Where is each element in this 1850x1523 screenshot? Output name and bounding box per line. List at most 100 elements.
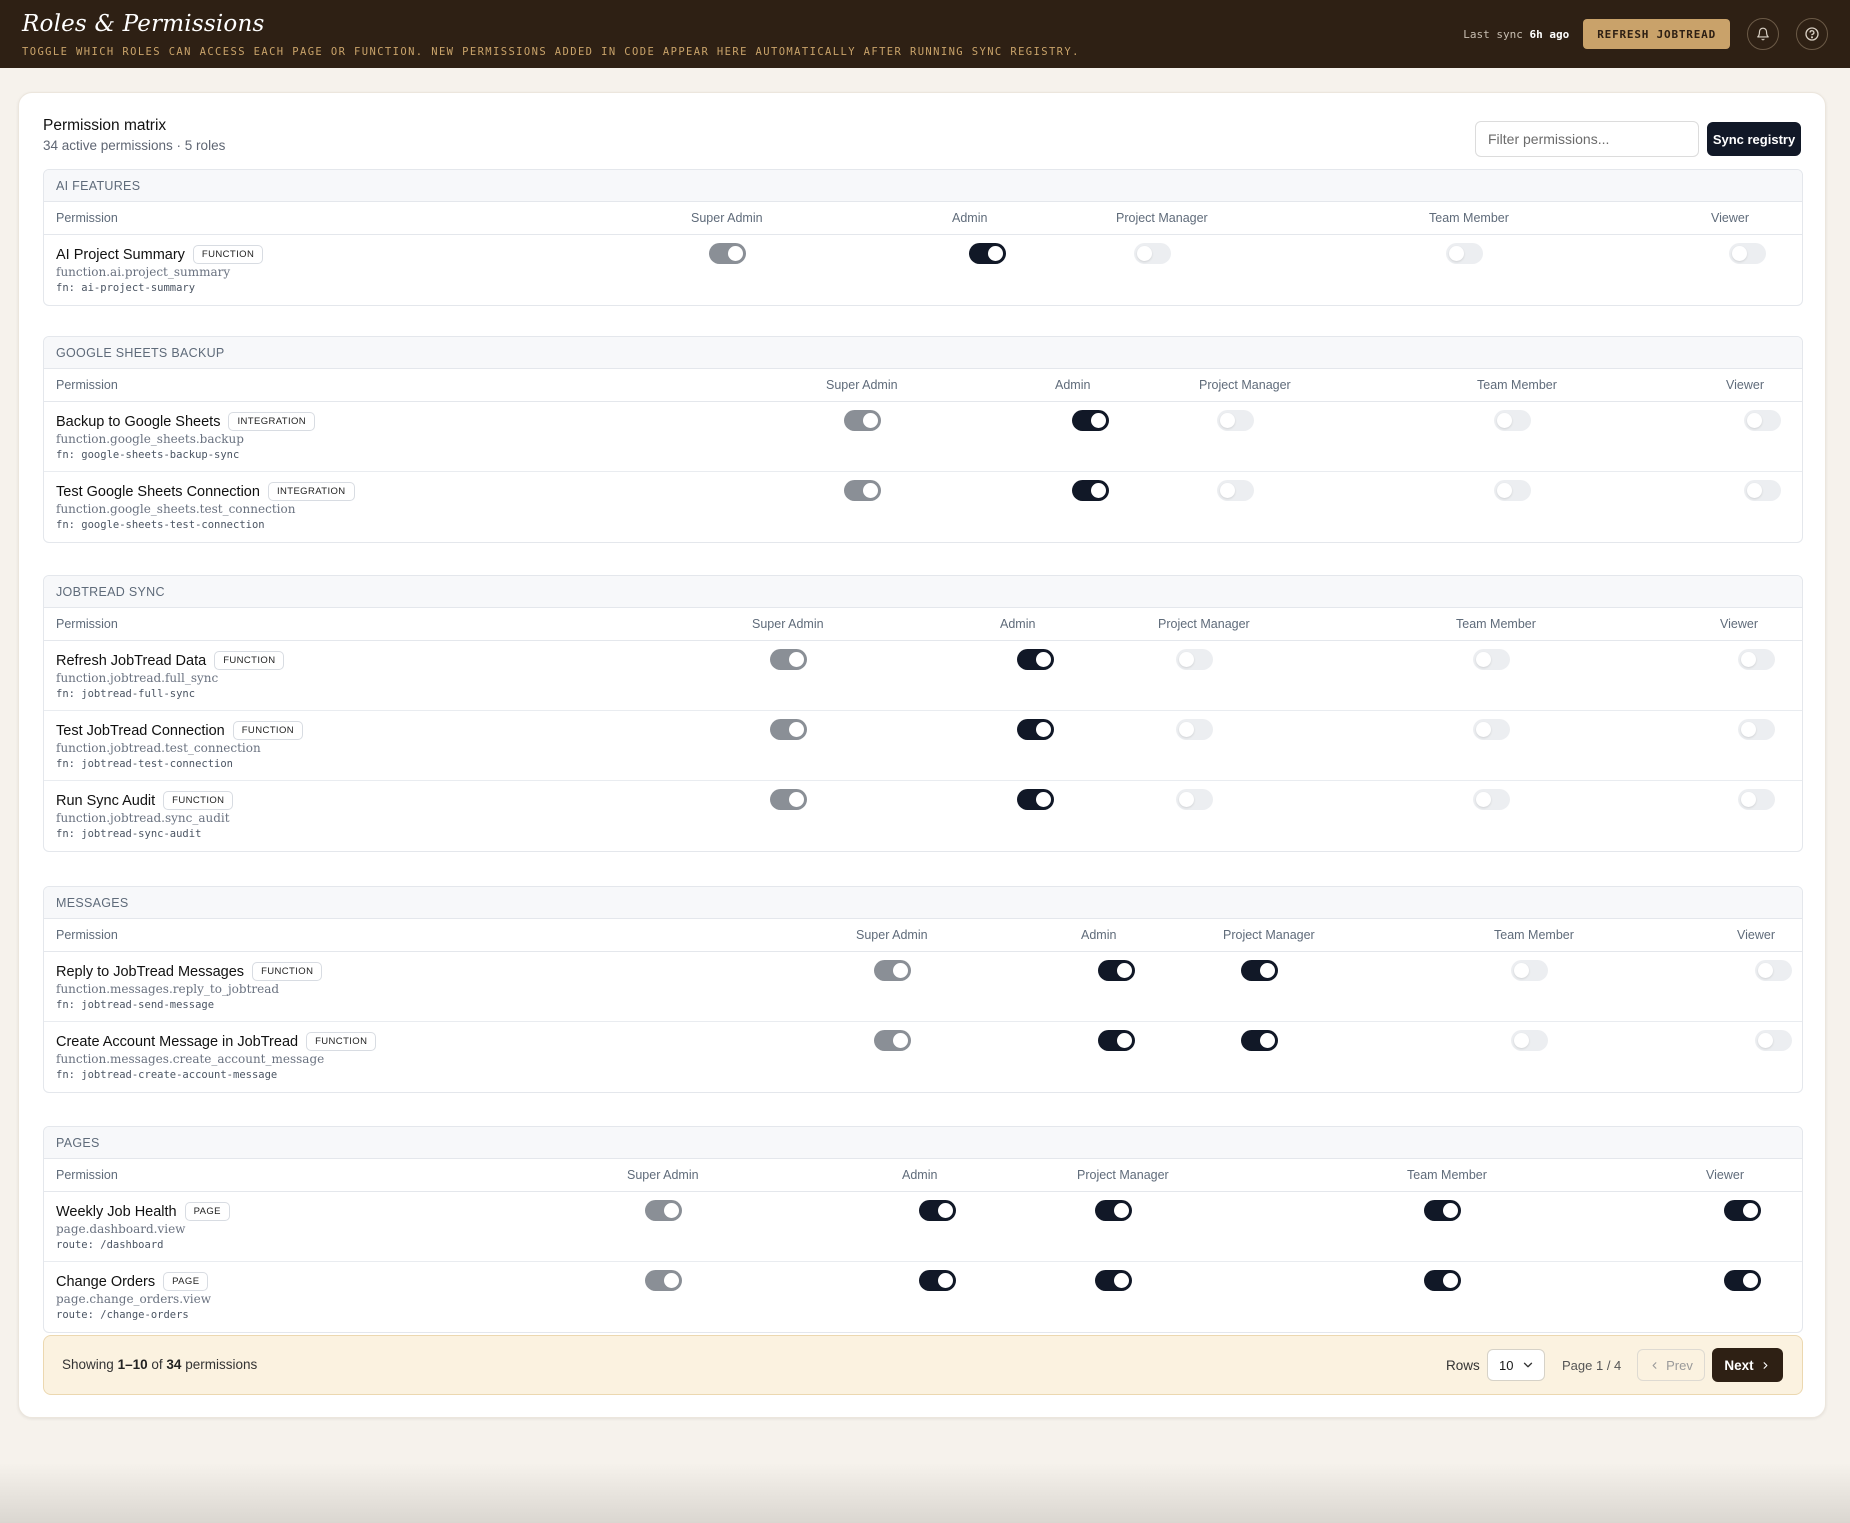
page-title: Roles & Permissions bbox=[22, 10, 265, 37]
role-access-toggle[interactable] bbox=[1424, 1200, 1461, 1221]
brand: Roles & Permissions TOGGLE WHICH ROLES C… bbox=[22, 11, 1080, 58]
prev-page-button[interactable]: Prev bbox=[1637, 1349, 1705, 1381]
permission-key: page.dashboard.view bbox=[56, 1222, 186, 1236]
next-page-button[interactable]: Next bbox=[1712, 1348, 1783, 1382]
role-column-header: Viewer bbox=[1720, 617, 1758, 631]
role-access-toggle[interactable] bbox=[1095, 1200, 1132, 1221]
role-access-toggle[interactable] bbox=[1738, 789, 1775, 810]
permission-reference: fn: jobtread-send-message bbox=[56, 999, 215, 1011]
role-access-toggle[interactable] bbox=[1446, 243, 1483, 264]
role-access-toggle[interactable] bbox=[1017, 649, 1054, 670]
role-access-toggle[interactable] bbox=[1241, 960, 1278, 981]
role-column-header: Admin bbox=[902, 1168, 938, 1182]
permission-name: Weekly Job Health bbox=[56, 1203, 177, 1220]
top-bar: Roles & Permissions TOGGLE WHICH ROLES C… bbox=[0, 0, 1850, 68]
rows-per-page-select[interactable]: 10 bbox=[1487, 1349, 1545, 1381]
page-indicator: Page 1 / 4 bbox=[1562, 1358, 1622, 1373]
role-access-toggle[interactable] bbox=[1098, 1030, 1135, 1051]
role-access-toggle bbox=[844, 410, 881, 431]
sync-registry-button[interactable]: Sync registry bbox=[1707, 122, 1801, 156]
role-access-toggle[interactable] bbox=[1744, 410, 1781, 431]
permission-row: Refresh JobTread Data FUNCTION function.jo… bbox=[44, 641, 1802, 711]
role-access-toggle[interactable] bbox=[1072, 480, 1109, 501]
permission-key: function.jobtread.sync_audit bbox=[56, 811, 230, 825]
role-column-header: Team Member bbox=[1407, 1168, 1487, 1182]
bottom-fade bbox=[0, 1463, 1850, 1523]
showing-prefix: Showing bbox=[62, 1357, 114, 1372]
permission-section: PAGES Permission Super Admin Admin Project M… bbox=[43, 1126, 1803, 1333]
role-access-toggle[interactable] bbox=[1095, 1270, 1132, 1291]
role-access-toggle[interactable] bbox=[1738, 649, 1775, 670]
card-header: Permission matrix 34 active permissions … bbox=[43, 117, 225, 153]
permission-title: Backup to Google Sheets INTEGRATION bbox=[56, 412, 316, 431]
role-access-toggle[interactable] bbox=[1217, 480, 1254, 501]
role-access-toggle[interactable] bbox=[1424, 1270, 1461, 1291]
role-column-header: Viewer bbox=[1711, 211, 1749, 225]
permission-column-header: Permission bbox=[56, 928, 118, 942]
role-access-toggle[interactable] bbox=[1473, 649, 1510, 670]
permission-name: Backup to Google Sheets bbox=[56, 413, 221, 430]
role-access-toggle[interactable] bbox=[1217, 410, 1254, 431]
section-title: GOOGLE SHEETS BACKUP bbox=[44, 337, 1802, 369]
last-sync-status: Last sync 6h ago bbox=[1463, 28, 1569, 41]
permission-reference: fn: jobtread-full-sync bbox=[56, 688, 196, 700]
filter-permissions-input[interactable] bbox=[1475, 121, 1699, 157]
role-access-toggle[interactable] bbox=[1017, 719, 1054, 740]
permission-section: MESSAGES Permission Super Admin Admin Projec… bbox=[43, 886, 1803, 1093]
role-access-toggle[interactable] bbox=[1176, 649, 1213, 670]
role-column-header: Viewer bbox=[1726, 378, 1764, 392]
role-access-toggle[interactable] bbox=[1017, 789, 1054, 810]
card-title: Permission matrix bbox=[43, 117, 167, 134]
role-access-toggle[interactable] bbox=[969, 243, 1006, 264]
column-headers: Permission Super Admin Admin Project Manage… bbox=[44, 202, 1802, 235]
permission-row: Test Google Sheets Connection INTEGRATION… bbox=[44, 472, 1802, 542]
role-access-toggle[interactable] bbox=[1176, 719, 1213, 740]
section-title: JOBTREAD SYNC bbox=[44, 576, 1802, 608]
refresh-jobtread-button[interactable]: REFRESH JOBTREAD bbox=[1583, 19, 1730, 49]
showing-suffix: permissions bbox=[185, 1357, 258, 1372]
role-access-toggle[interactable] bbox=[1473, 789, 1510, 810]
role-column-header: Team Member bbox=[1429, 211, 1509, 225]
role-access-toggle[interactable] bbox=[1134, 243, 1171, 264]
permission-type-badge: PAGE bbox=[184, 1202, 230, 1221]
role-access-toggle[interactable] bbox=[1744, 480, 1781, 501]
notifications-button[interactable] bbox=[1747, 18, 1779, 50]
role-access-toggle[interactable] bbox=[1511, 1030, 1548, 1051]
role-access-toggle bbox=[844, 480, 881, 501]
permission-row: Backup to Google Sheets INTEGRATION functi… bbox=[44, 402, 1802, 472]
permission-reference: route: /dashboard bbox=[56, 1239, 164, 1251]
role-access-toggle[interactable] bbox=[1738, 719, 1775, 740]
permission-name: Create Account Message in JobTread bbox=[56, 1033, 299, 1050]
role-access-toggle[interactable] bbox=[1494, 410, 1531, 431]
role-access-toggle[interactable] bbox=[1755, 1030, 1792, 1051]
permission-key: function.messages.reply_to_jobtread bbox=[56, 982, 280, 996]
help-button[interactable] bbox=[1796, 18, 1828, 50]
showing-of: of bbox=[151, 1357, 163, 1372]
permission-key: function.google_sheets.backup bbox=[56, 432, 244, 446]
role-access-toggle[interactable] bbox=[1511, 960, 1548, 981]
permission-name: Test Google Sheets Connection bbox=[56, 483, 260, 500]
role-access-toggle[interactable] bbox=[1098, 960, 1135, 981]
permission-name: Change Orders bbox=[56, 1273, 156, 1290]
role-access-toggle[interactable] bbox=[919, 1270, 956, 1291]
permission-column-header: Permission bbox=[56, 211, 118, 225]
permission-row: Create Account Message in JobTread FUNCTI… bbox=[44, 1022, 1802, 1092]
role-access-toggle bbox=[645, 1200, 682, 1221]
role-access-toggle[interactable] bbox=[1241, 1030, 1278, 1051]
role-access-toggle[interactable] bbox=[1724, 1270, 1761, 1291]
role-access-toggle[interactable] bbox=[1494, 480, 1531, 501]
permission-row: Test JobTread Connection FUNCTION function… bbox=[44, 711, 1802, 781]
role-access-toggle[interactable] bbox=[1176, 789, 1213, 810]
permission-matrix-card: Permission matrix 34 active permissions … bbox=[18, 92, 1826, 1418]
help-icon bbox=[1805, 27, 1819, 41]
role-column-header: Project Manager bbox=[1116, 211, 1208, 225]
permission-section: GOOGLE SHEETS BACKUP Permission Super Admi… bbox=[43, 336, 1803, 543]
role-access-toggle[interactable] bbox=[1473, 719, 1510, 740]
role-access-toggle[interactable] bbox=[1729, 243, 1766, 264]
role-access-toggle[interactable] bbox=[1072, 410, 1109, 431]
role-column-header: Viewer bbox=[1737, 928, 1775, 942]
role-access-toggle[interactable] bbox=[919, 1200, 956, 1221]
role-access-toggle[interactable] bbox=[1724, 1200, 1761, 1221]
permission-title: AI Project Summary FUNCTION bbox=[56, 245, 264, 264]
role-access-toggle[interactable] bbox=[1755, 960, 1792, 981]
